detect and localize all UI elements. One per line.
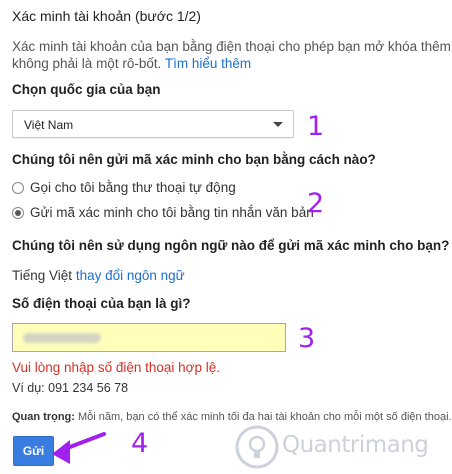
page-title: Xác minh tài khoản (bước 1/2): [12, 8, 201, 24]
country-select[interactable]: Việt Nam: [12, 110, 294, 138]
phone-example: Ví dụ: 091 234 56 78: [12, 381, 129, 395]
intro-line-2: không phải là một rô-bốt.: [12, 56, 162, 71]
phone-input[interactable]: [12, 323, 286, 352]
radio-label: Gửi mã xác minh cho tôi bằng tin nhắn vă…: [30, 205, 314, 220]
current-language: Tiếng Việt: [12, 268, 73, 283]
language-question: Chúng tôi nên sử dụng ngôn ngữ nào để gử…: [12, 238, 450, 253]
blurred-phone-number: [23, 333, 101, 343]
phone-error-message: Vui lòng nhập số điện thoại hợp lệ.: [12, 360, 221, 375]
phone-question: Số điện thoại của bạn là gì?: [12, 296, 191, 311]
lightbulb-logo-icon: [235, 425, 279, 469]
learn-more-link[interactable]: Tìm hiểu thêm: [165, 56, 251, 71]
radio-option-text-message[interactable]: Gửi mã xác minh cho tôi bằng tin nhắn vă…: [12, 205, 314, 220]
annotation-arrow-icon: [52, 432, 106, 464]
change-language-link[interactable]: thay đổi ngôn ngữ: [76, 268, 185, 283]
country-label: Chọn quốc gia của bạn: [12, 82, 161, 97]
chevron-down-icon: [273, 122, 283, 127]
method-question: Chúng tôi nên gửi mã xác minh cho bạn bằ…: [12, 152, 376, 167]
annotation-number-2: 2: [307, 188, 325, 219]
annotation-number-4: 4: [131, 428, 149, 459]
watermark-text: Quantrimang: [282, 432, 429, 458]
annotation-number-1: 1: [307, 111, 325, 142]
intro-text: Xác minh tài khoản của bạn bằng điện tho…: [12, 38, 452, 72]
radio-button-checked[interactable]: [12, 207, 24, 219]
watermark: Quantrimang: [232, 418, 452, 474]
radio-label: Gọi cho tôi bằng thư thoại tự động: [30, 180, 236, 195]
radio-button[interactable]: [12, 182, 24, 194]
annotation-number-3: 3: [298, 323, 316, 354]
intro-line-1: Xác minh tài khoản của bạn bằng điện tho…: [12, 39, 452, 54]
country-select-value: Việt Nam: [24, 118, 74, 132]
note-label: Quan trọng:: [12, 411, 75, 423]
radio-option-voice-call[interactable]: Gọi cho tôi bằng thư thoại tự động: [12, 180, 236, 195]
language-row: Tiếng Việt thay đổi ngôn ngữ: [12, 268, 185, 283]
